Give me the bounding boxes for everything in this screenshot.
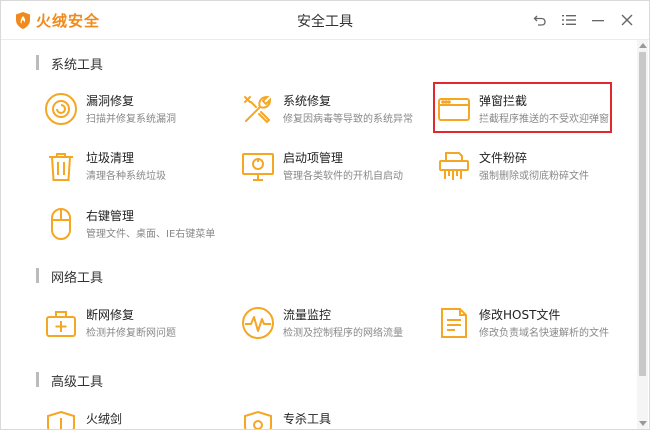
tool-desc: 扫描并修复系统漏洞 xyxy=(86,114,176,125)
tool-desc: 修复因病毒等导致的系统异常 xyxy=(283,114,413,125)
tool-junk-clean[interactable]: 垃圾清理 清理各种系统垃圾 xyxy=(44,147,234,187)
tool-file-shred[interactable]: 文件粉碎 强制删除或彻底粉碎文件 xyxy=(437,147,627,187)
tool-name: 漏洞修复 xyxy=(86,94,135,108)
tool-huorong-sword[interactable]: 火绒剑 xyxy=(44,408,234,429)
scroll-thumb[interactable] xyxy=(639,52,646,376)
tool-name: 系统修复 xyxy=(283,94,332,108)
section-title-network: 网络工具 xyxy=(36,267,103,286)
vulnerability-fix-icon xyxy=(44,92,78,126)
mouse-icon xyxy=(44,207,78,241)
vertical-scrollbar[interactable] xyxy=(637,40,648,429)
tool-desc: 清理各种系统垃圾 xyxy=(86,171,166,182)
app-window: 火绒安全 安全工具 系统工具 漏洞修复 扫描并修复系统漏洞 系统修复 修复因病毒… xyxy=(0,0,650,430)
tool-vulnerability-fix[interactable]: 漏洞修复 扫描并修复系统漏洞 xyxy=(44,90,234,130)
close-icon[interactable] xyxy=(616,9,638,31)
kill-tool-icon xyxy=(241,410,275,429)
title-bar: 火绒安全 安全工具 xyxy=(1,1,649,40)
tool-desc: 管理文件、桌面、IE右键菜单 xyxy=(86,229,216,240)
tool-name: 修改HOST文件 xyxy=(479,308,561,322)
tool-network-fix[interactable]: 断网修复 检测并修复断网问题 xyxy=(44,304,234,344)
tool-name: 文件粉碎 xyxy=(479,151,528,165)
sword-shield-icon xyxy=(44,410,78,429)
tool-startup-manager[interactable]: 启动项管理 管理各类软件的开机自启动 xyxy=(241,147,431,187)
shredder-icon xyxy=(437,149,471,183)
tool-name: 专杀工具 xyxy=(283,412,332,426)
window-title: 安全工具 xyxy=(297,14,353,30)
tool-desc: 修改负责域名快速解析的文件 xyxy=(479,328,609,339)
menu-icon[interactable] xyxy=(558,9,580,31)
tool-name: 启动项管理 xyxy=(283,151,344,165)
tool-name: 垃圾清理 xyxy=(86,151,135,165)
minimize-icon[interactable] xyxy=(587,9,609,31)
traffic-monitor-icon xyxy=(241,306,275,340)
tool-name: 右键管理 xyxy=(86,209,135,223)
tool-host-file[interactable]: 修改HOST文件 修改负责域名快速解析的文件 xyxy=(437,304,627,344)
tool-desc: 管理各类软件的开机自启动 xyxy=(283,171,403,182)
tool-name: 断网修复 xyxy=(86,308,135,322)
network-fix-icon xyxy=(44,306,78,340)
back-icon[interactable] xyxy=(529,9,551,31)
tool-system-repair[interactable]: 系统修复 修复因病毒等导致的系统异常 xyxy=(241,90,431,130)
tool-kill-tool[interactable]: 专杀工具 xyxy=(241,408,431,429)
section-title-advanced: 高级工具 xyxy=(36,371,103,390)
trash-icon xyxy=(44,149,78,183)
system-repair-icon xyxy=(241,92,275,126)
tool-desc: 强制删除或彻底粉碎文件 xyxy=(479,171,589,182)
tool-desc: 检测及控制程序的网络流量 xyxy=(283,328,403,339)
tool-traffic-monitor[interactable]: 流量监控 检测及控制程序的网络流量 xyxy=(241,304,431,344)
tool-name: 流量监控 xyxy=(283,308,332,322)
tool-desc: 检测并修复断网问题 xyxy=(86,328,176,339)
tool-context-menu[interactable]: 右键管理 管理文件、桌面、IE右键菜单 xyxy=(44,205,234,245)
scroll-down-icon[interactable] xyxy=(639,421,647,426)
tools-panel: 系统工具 漏洞修复 扫描并修复系统漏洞 系统修复 修复因病毒等导致的系统异常 弹… xyxy=(1,40,637,429)
section-title-system: 系统工具 xyxy=(36,54,103,73)
host-file-icon xyxy=(437,306,471,340)
startup-monitor-icon xyxy=(241,149,275,183)
popup-block-highlight xyxy=(433,82,612,133)
tool-name: 火绒剑 xyxy=(86,412,123,426)
scroll-up-icon[interactable] xyxy=(639,43,647,48)
